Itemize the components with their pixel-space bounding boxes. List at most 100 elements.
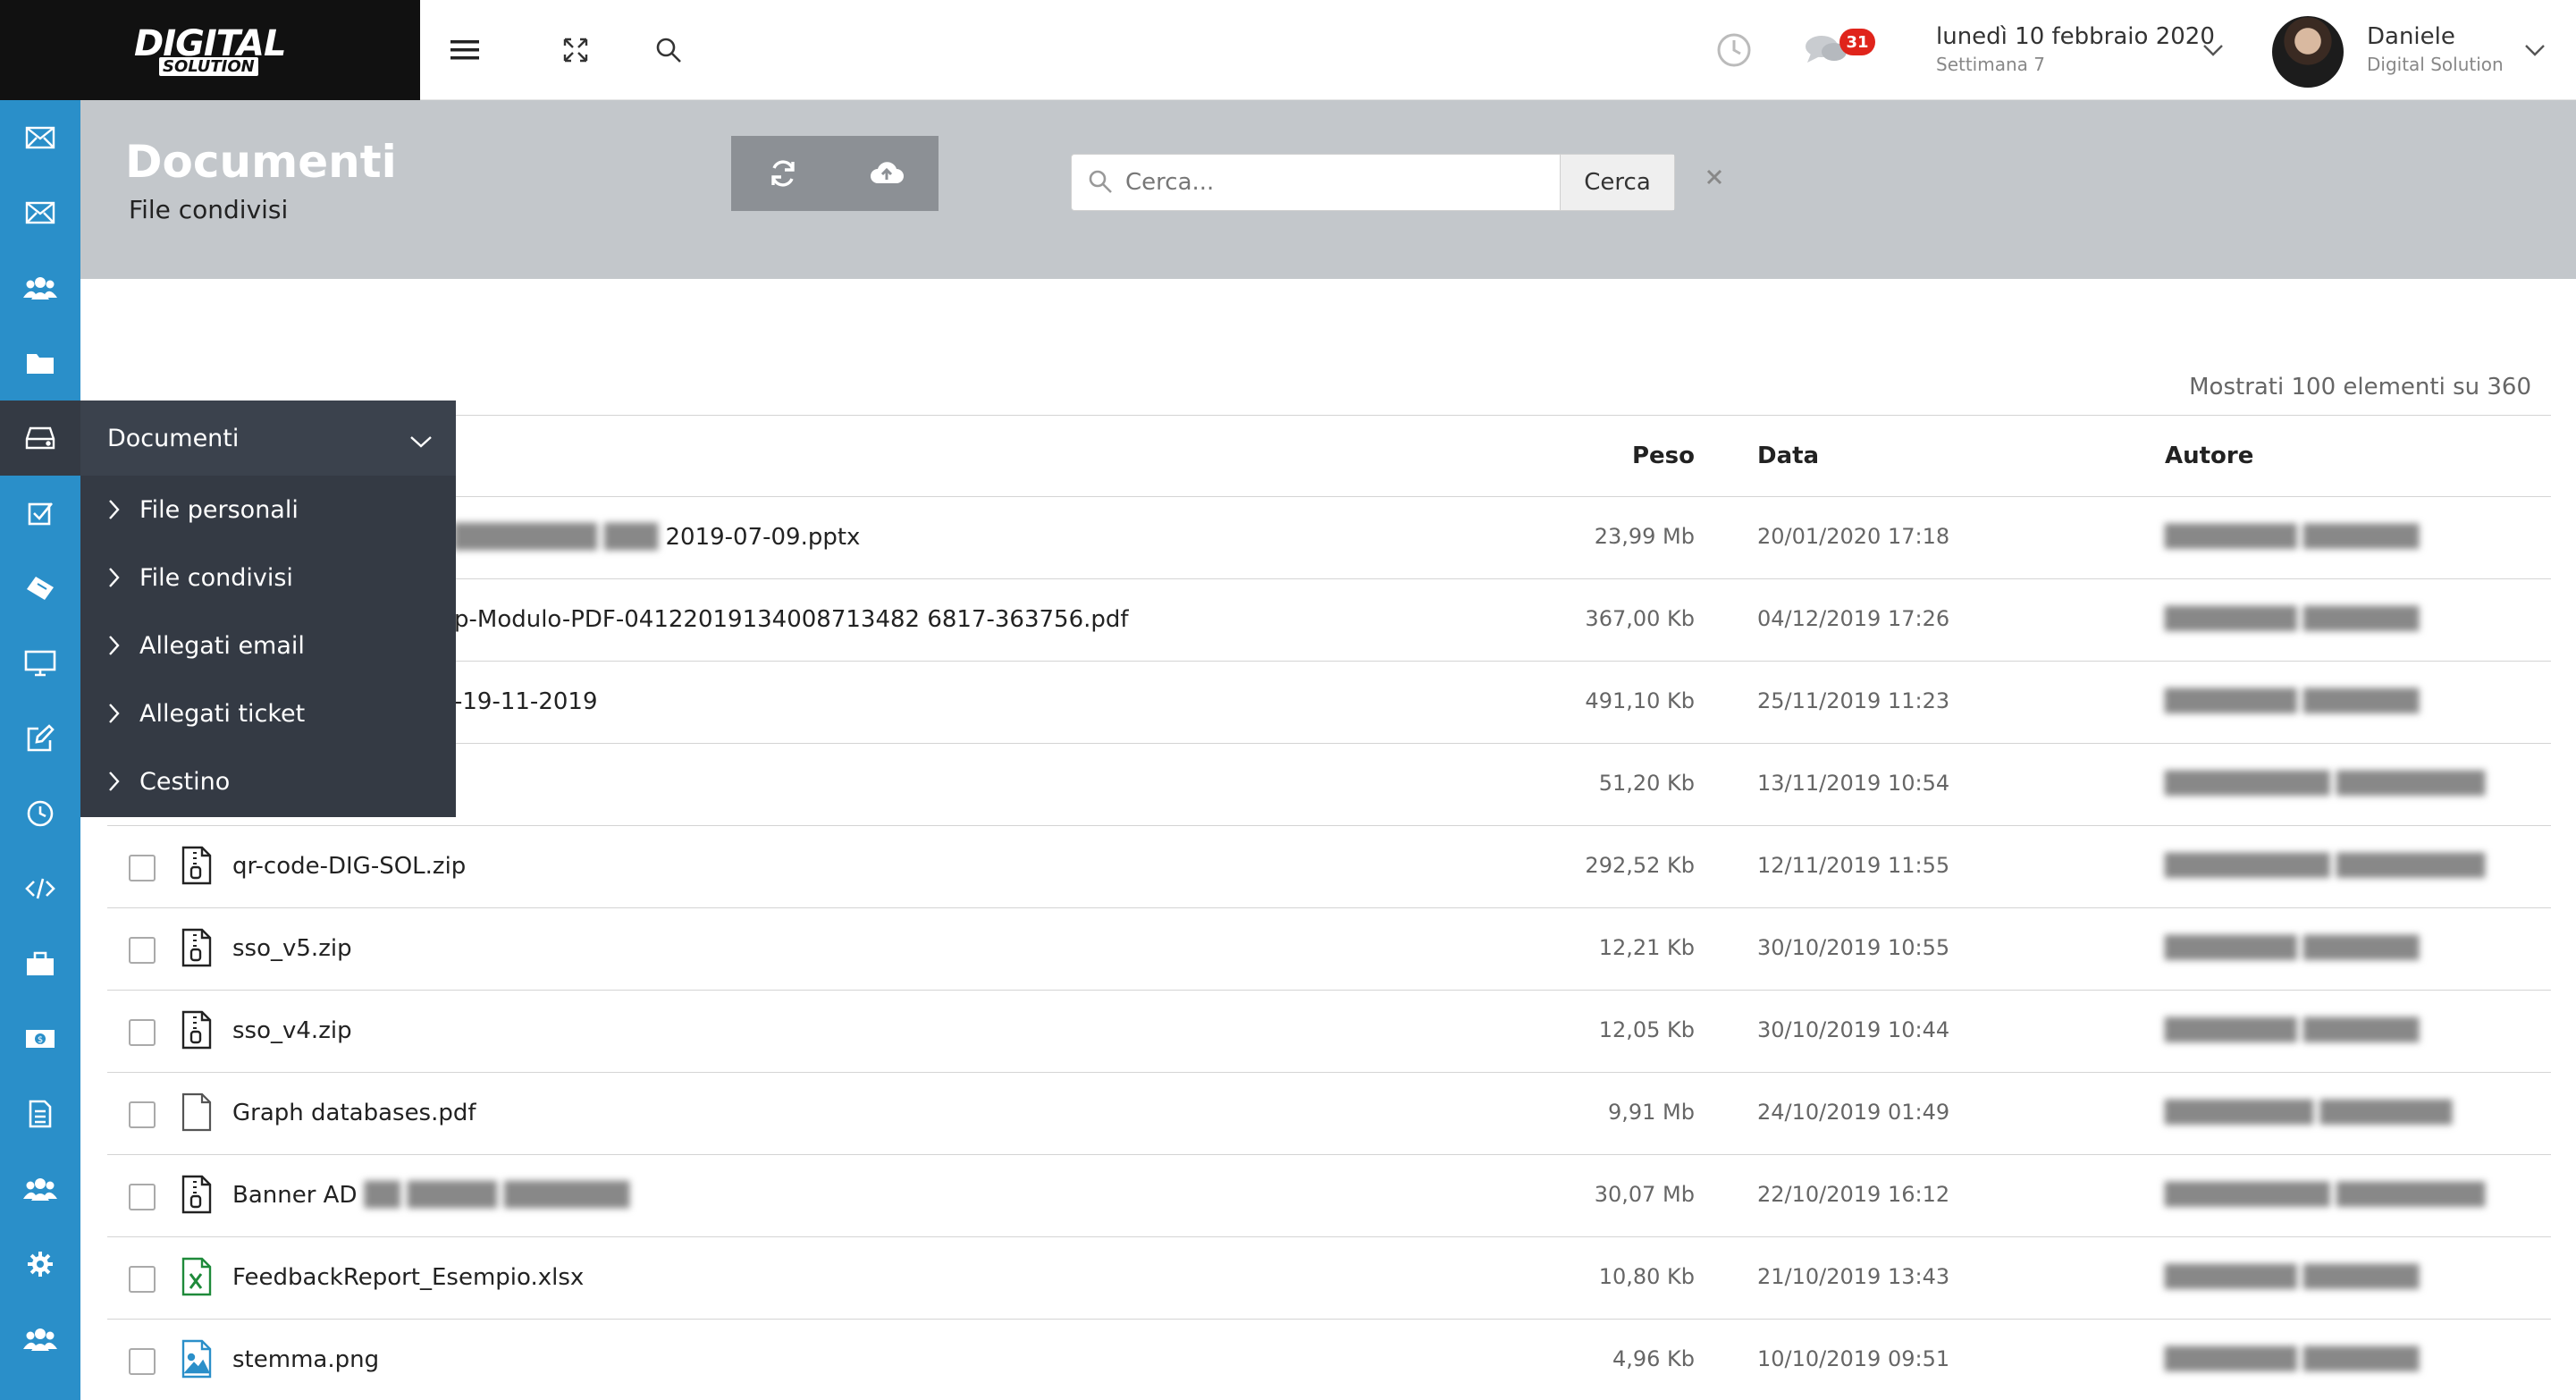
sidebar-item-report[interactable] [0,1076,80,1151]
sidebar-item-edit[interactable] [0,701,80,776]
cloud-upload-icon [871,162,904,183]
sidebar-item-history[interactable] [0,776,80,851]
chevron-down-icon[interactable] [2190,27,2236,73]
page-subtitle: File condivisi [129,195,289,224]
sidebar-item-money[interactable]: $ [0,1001,80,1076]
table-row[interactable]: stemma.png 4,96 Kb 10/10/2019 09:51 ████… [107,1320,2551,1400]
file-name[interactable]: stemma.png [232,1346,379,1373]
menu-item-label: Allegati email [139,631,305,660]
menu-item-allegati-email[interactable]: Allegati email [80,611,456,679]
toolbar [731,136,939,211]
sidebar-item-documents[interactable] [0,401,80,476]
sidebar-item-briefcase[interactable] [0,926,80,1001]
menu-item-cestino[interactable]: Cestino [80,747,456,815]
row-checkbox[interactable] [129,937,156,964]
file-name[interactable]: Banner AD ██ █████ ███████ [232,1182,629,1209]
ticket-icon [27,577,54,600]
table-row[interactable]: -19-11-2019 491,10 Kb 25/11/2019 11:23 █… [107,662,2551,744]
edit-icon [27,724,55,752]
blurred-text: ██ █████ ███████ [364,1182,630,1209]
page-title: Documenti [125,136,397,188]
column-date[interactable]: Data [1757,443,1819,469]
table-row[interactable]: sso_v4.zip 12,05 Kb 30/10/2019 10:44 ███… [107,991,2551,1073]
sidebar-item-users[interactable] [0,250,80,325]
file-name[interactable]: p-Modulo-PDF-04122019134008713482 6817-3… [454,606,1129,633]
menu-icon[interactable] [442,27,488,73]
blurred-text: ████████ ███ [454,524,666,551]
sidebar-item-code[interactable] [0,851,80,926]
refresh-button[interactable] [731,136,835,211]
document-icon [29,1100,52,1128]
folder-icon [27,354,54,374]
chevron-right-icon [107,635,120,662]
sidebar-item-team[interactable] [0,1151,80,1227]
file-name[interactable]: ████████ ███ 2019-07-09.pptx [454,524,860,551]
file-name[interactable]: sso_v5.zip [232,935,352,962]
sidebar-item-monitor[interactable] [0,626,80,701]
mail-icon [25,126,55,149]
table-row[interactable]: sso_v5.zip 12,21 Kb 30/10/2019 10:55 ███… [107,908,2551,991]
file-author: ████████ ███████ [2165,524,2420,549]
table-row[interactable]: FeedbackReport_Esempio.xlsx 10,80 Kb 21/… [107,1237,2551,1320]
row-checkbox[interactable] [129,1019,156,1046]
file-date: 13/11/2019 10:54 [1757,771,1950,796]
monitor-icon [24,650,56,677]
excel-icon [181,1257,213,1296]
file-size: 491,10 Kb [1585,688,1695,713]
row-checkbox[interactable] [129,1266,156,1293]
table-row[interactable]: ████████ ███ 2019-07-09.pptx 23,99 Mb 20… [107,497,2551,579]
sidebar-item-mail-2[interactable] [0,175,80,250]
file-name[interactable]: -19-11-2019 [454,688,597,715]
sidebar-item-tickets[interactable] [0,551,80,626]
search-box: Cerca [1071,154,1675,211]
file-date: 24/10/2019 01:49 [1757,1100,1950,1125]
logo-line-2: SOLUTION [159,57,258,76]
row-checkbox[interactable] [129,1348,156,1375]
menu-header[interactable]: Documenti [80,401,456,476]
table-row[interactable]: Graph databases.pdf 9,91 Mb 24/10/2019 0… [107,1073,2551,1155]
sidebar-item-groups[interactable] [0,1302,80,1377]
users-icon [23,1328,57,1351]
file-date: 25/11/2019 11:23 [1757,688,1950,713]
row-checkbox[interactable] [129,1184,156,1210]
row-checkbox[interactable] [129,855,156,881]
row-checkbox[interactable] [129,1101,156,1128]
chevron-right-icon [107,499,120,527]
menu-item-file-personali[interactable]: File personali [80,476,456,544]
file-name[interactable]: sso_v4.zip [232,1017,352,1044]
search-icon[interactable] [645,27,692,73]
top-bar: DIGITAL SOLUTION 31 lunedì 10 febbraio 2… [0,0,2576,100]
close-icon[interactable] [1705,168,1723,190]
sidebar-item-folder[interactable] [0,325,80,401]
user-org: Digital Solution [2367,54,2504,75]
zip-icon [181,1010,213,1050]
table-row[interactable]: 51,20 Kb 13/11/2019 10:54 ██████████ ███… [107,744,2551,826]
search-button[interactable]: Cerca [1560,155,1674,210]
menu-item-file-condivisi[interactable]: File condivisi [80,544,456,611]
user-menu[interactable]: Daniele Digital Solution [2367,23,2504,75]
file-name[interactable]: qr-code-DIG-SOL.zip [232,853,466,880]
file-author: █████████ ████████ [2165,1100,2453,1125]
date-display[interactable]: lunedì 10 febbraio 2020 Settimana 7 [1936,23,2215,75]
expand-icon[interactable] [552,27,599,73]
chevron-down-icon[interactable] [2512,27,2558,73]
logo[interactable]: DIGITAL SOLUTION [0,0,420,100]
table-row[interactable]: Banner AD ██ █████ ███████ 30,07 Mb 22/1… [107,1155,2551,1237]
file-name[interactable]: Graph databases.pdf [232,1100,476,1126]
search-input[interactable] [1072,155,1560,210]
table-row[interactable]: p-Modulo-PDF-04122019134008713482 6817-3… [107,579,2551,662]
column-size[interactable]: Peso [1632,443,1695,469]
sidebar-item-tasks[interactable] [0,476,80,551]
logo-mark: DIGITAL SOLUTION [134,23,286,77]
upload-button[interactable] [835,136,939,211]
menu-item-allegati-ticket[interactable]: Allegati ticket [80,679,456,747]
avatar[interactable] [2272,16,2344,88]
notification-badge[interactable]: 31 [1839,29,1875,55]
column-author[interactable]: Autore [2165,443,2253,469]
file-size: 12,21 Kb [1598,935,1695,960]
file-name[interactable]: FeedbackReport_Esempio.xlsx [232,1264,584,1291]
table-row[interactable]: qr-code-DIG-SOL.zip 292,52 Kb 12/11/2019… [107,826,2551,908]
clock-icon[interactable] [1711,27,1757,73]
sidebar-item-mail[interactable] [0,100,80,175]
sidebar-item-settings[interactable] [0,1227,80,1302]
